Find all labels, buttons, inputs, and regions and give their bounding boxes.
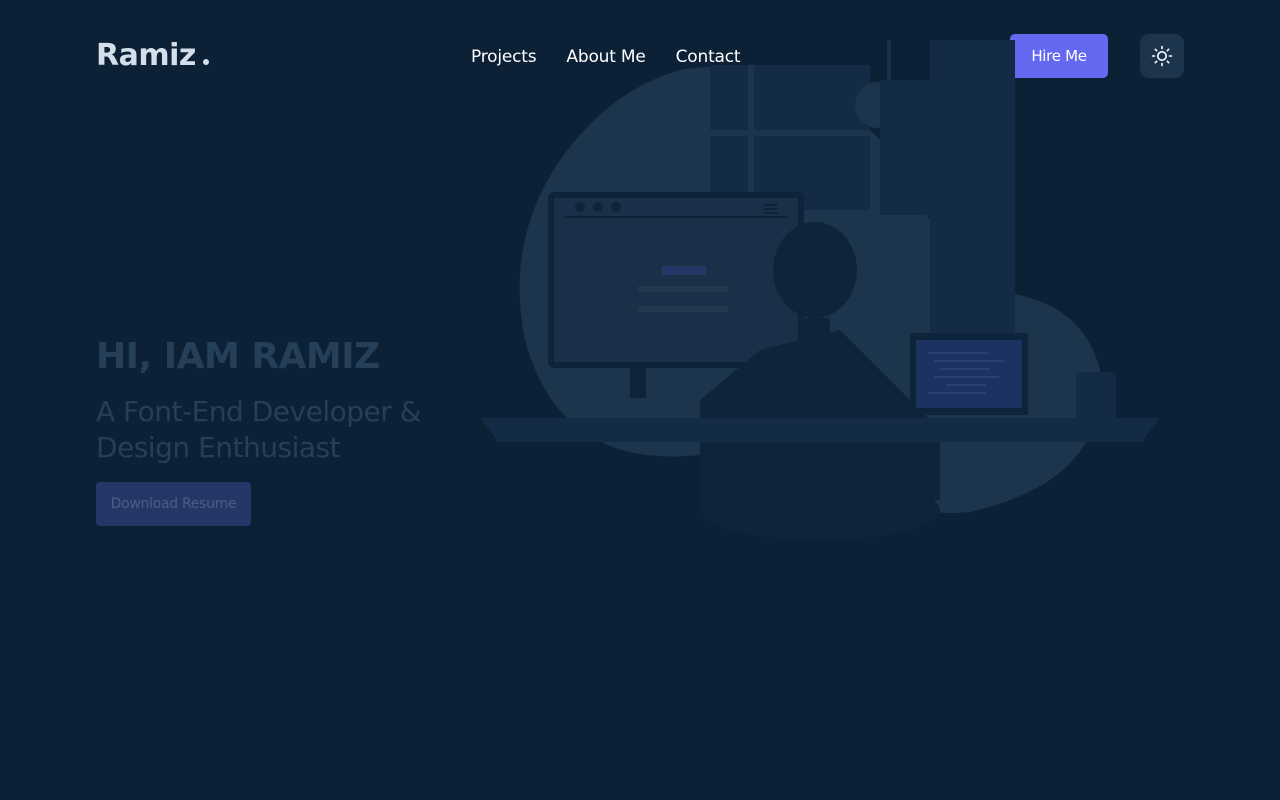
logo-dot [202, 59, 209, 65]
hero-title: HI, IAM RAMIZ [96, 336, 380, 377]
portfolio-page: Ramiz Projects About Me Contact Hire Me [0, 0, 1280, 800]
download-resume-button[interactable]: Download Resume [96, 482, 251, 526]
logo[interactable]: Ramiz [96, 38, 209, 73]
developer-illustration [480, 40, 1160, 540]
hero-subtitle: A Font-End Developer & Design Enthusiast [96, 395, 421, 464]
logo-text: Ramiz [96, 38, 196, 73]
